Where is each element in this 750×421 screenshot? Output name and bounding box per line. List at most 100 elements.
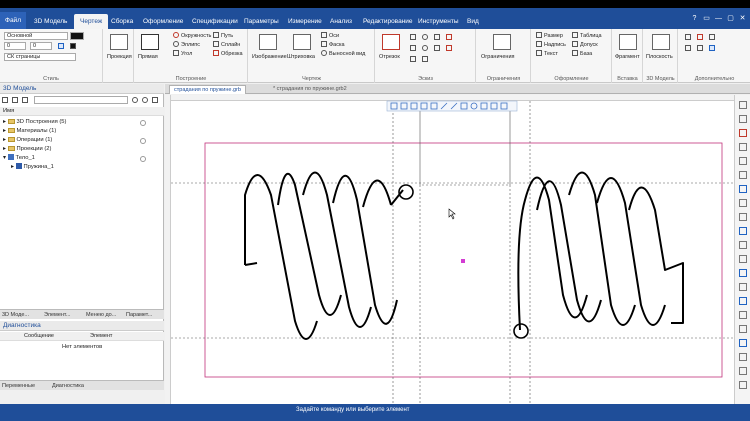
datum-button[interactable]: База bbox=[572, 50, 592, 58]
path-button[interactable]: Путь bbox=[213, 32, 233, 40]
text-button[interactable]: Текст bbox=[536, 50, 558, 58]
gear-icon[interactable] bbox=[142, 97, 148, 103]
image-button[interactable]: Изображение bbox=[252, 53, 287, 61]
line-width-combo[interactable]: 0 bbox=[4, 42, 26, 50]
coordinate-system-combo[interactable]: СК страницы bbox=[4, 53, 76, 61]
detail-view-button[interactable]: Выносной вид bbox=[321, 50, 365, 58]
fragment-button[interactable]: Фрагмент bbox=[615, 53, 640, 61]
tab-3d-model-tree[interactable]: 3D Моде... bbox=[2, 311, 29, 320]
projection-icon[interactable] bbox=[110, 34, 128, 50]
tab-analysis[interactable]: Анализ bbox=[330, 14, 352, 29]
minimize-icon[interactable]: — bbox=[714, 14, 723, 23]
extra-tool-1-icon[interactable] bbox=[685, 34, 691, 40]
tree-item-projections[interactable]: ▸ Проекции (2) bbox=[3, 145, 51, 154]
tree-item-3d-constructions[interactable]: ▸ 3D Построения (5) bbox=[3, 118, 66, 127]
plane-icon[interactable] bbox=[652, 34, 670, 50]
tool-extra-2-icon[interactable] bbox=[739, 381, 747, 389]
tab-tools[interactable]: Инструменты bbox=[418, 14, 459, 29]
back-icon[interactable] bbox=[2, 97, 8, 103]
spline-button[interactable]: Сплайн bbox=[213, 41, 240, 49]
rotate-icon[interactable] bbox=[739, 157, 747, 165]
sketch-tool-1-icon[interactable] bbox=[410, 34, 416, 40]
floating-toolbar[interactable] bbox=[386, 100, 518, 112]
line-type-combo[interactable]: 0 bbox=[30, 42, 52, 50]
sketch-tool-5-icon[interactable] bbox=[410, 45, 416, 51]
visibility-eye-icon[interactable] bbox=[140, 120, 146, 126]
doc-tab-active[interactable]: страдания по пружине.grb bbox=[169, 85, 246, 94]
visibility-eye-icon[interactable] bbox=[140, 156, 146, 162]
sketch-tool-7-icon[interactable] bbox=[434, 45, 440, 51]
image-icon[interactable] bbox=[259, 34, 277, 50]
segment-icon[interactable] bbox=[382, 34, 400, 50]
tab-measure[interactable]: Измерение bbox=[288, 14, 322, 29]
tree-item-spring[interactable]: ▸ Пружина_1 bbox=[11, 163, 54, 172]
table-button[interactable]: Таблица bbox=[572, 32, 602, 40]
tree-search-input[interactable] bbox=[34, 96, 128, 104]
line-icon[interactable] bbox=[141, 34, 159, 50]
plane-button[interactable]: Плоскость bbox=[646, 53, 673, 61]
angle-button[interactable]: Угол bbox=[173, 50, 192, 58]
sketch-tool-9-icon[interactable] bbox=[410, 56, 416, 62]
hide-icon[interactable] bbox=[739, 241, 747, 249]
search-icon[interactable] bbox=[132, 97, 138, 103]
line-button[interactable]: Прямая bbox=[138, 53, 158, 61]
sketch-tool-3-icon[interactable] bbox=[434, 34, 440, 40]
camera-icon[interactable] bbox=[739, 353, 747, 361]
tab-menu[interactable]: Менею до... bbox=[86, 311, 116, 320]
tab-file[interactable]: Файл bbox=[0, 12, 26, 29]
extra-tool-2-icon[interactable] bbox=[697, 34, 703, 40]
orientation-icon[interactable] bbox=[739, 185, 747, 193]
tree-item-operations[interactable]: ▸ Операции (1) bbox=[3, 136, 52, 145]
label-button[interactable]: Надпись bbox=[536, 41, 566, 49]
fit-icon[interactable] bbox=[739, 171, 747, 179]
extra-tool-4-icon[interactable] bbox=[685, 45, 691, 51]
filter-icon[interactable] bbox=[22, 97, 28, 103]
tool-extra-1-icon[interactable] bbox=[739, 367, 747, 375]
hatch-icon[interactable] bbox=[293, 34, 311, 50]
segment-button[interactable]: Отрезок bbox=[379, 53, 400, 61]
layer-icon[interactable] bbox=[58, 43, 64, 49]
extra-tool-3-icon[interactable] bbox=[709, 34, 715, 40]
tree-item-materials[interactable]: ▸ Материалы (1) bbox=[3, 127, 56, 136]
ellipse-button[interactable]: Эллипс bbox=[173, 41, 200, 49]
tab-drawing[interactable]: Чертеж bbox=[74, 14, 109, 29]
sketch-tool-4-icon[interactable] bbox=[446, 34, 452, 40]
sketch-tool-8-icon[interactable] bbox=[446, 45, 452, 51]
circle-button[interactable]: Окружность bbox=[173, 32, 211, 40]
tab-edit[interactable]: Редактирование bbox=[363, 14, 413, 29]
tab-assembly[interactable]: Сборка bbox=[111, 14, 133, 29]
view-mode-icon[interactable] bbox=[152, 97, 158, 103]
constraints-icon[interactable] bbox=[493, 34, 511, 50]
tab-element[interactable]: Элемент... bbox=[44, 311, 70, 320]
section-icon[interactable] bbox=[739, 199, 747, 207]
tab-diagnostics[interactable]: Диагностика bbox=[52, 382, 84, 391]
trim-button[interactable]: Обрезка bbox=[213, 50, 243, 58]
projection-button[interactable]: Проекция bbox=[107, 53, 132, 61]
tree-item-body[interactable]: ▾ Тело_1 bbox=[3, 154, 35, 163]
zoom-in-icon[interactable] bbox=[739, 101, 747, 109]
light-icon[interactable] bbox=[739, 311, 747, 319]
tolerance-button[interactable]: Допуск bbox=[572, 41, 598, 49]
tab-design[interactable]: Оформление bbox=[143, 14, 183, 29]
sketch-tool-2-icon[interactable] bbox=[422, 34, 428, 40]
zoom-out-icon[interactable] bbox=[739, 115, 747, 123]
pan-icon[interactable] bbox=[739, 143, 747, 151]
magnet-icon[interactable] bbox=[739, 129, 747, 137]
settings-icon[interactable] bbox=[739, 325, 747, 333]
close-icon[interactable]: ✕ bbox=[738, 14, 747, 23]
fragment-icon[interactable] bbox=[619, 34, 637, 50]
snap-icon[interactable] bbox=[739, 213, 747, 221]
sketch-tool-10-icon[interactable] bbox=[422, 56, 428, 62]
restore-panel-icon[interactable]: ▭ bbox=[702, 14, 711, 23]
help-icon[interactable]: ? bbox=[690, 14, 699, 23]
tab-params[interactable]: Парамет... bbox=[126, 311, 152, 320]
visibility-eye-icon[interactable] bbox=[140, 138, 146, 144]
dimension-button[interactable]: Размер bbox=[536, 32, 563, 40]
maximize-icon[interactable]: ▢ bbox=[726, 14, 735, 23]
tab-3d-model[interactable]: 3D Модель bbox=[34, 14, 67, 29]
axes-button[interactable]: Оси bbox=[321, 32, 339, 40]
part-icon[interactable] bbox=[739, 339, 747, 347]
display-mode-icon[interactable] bbox=[739, 227, 747, 235]
chamfer-button[interactable]: Фаска bbox=[321, 41, 345, 49]
grid-icon[interactable] bbox=[739, 283, 747, 291]
